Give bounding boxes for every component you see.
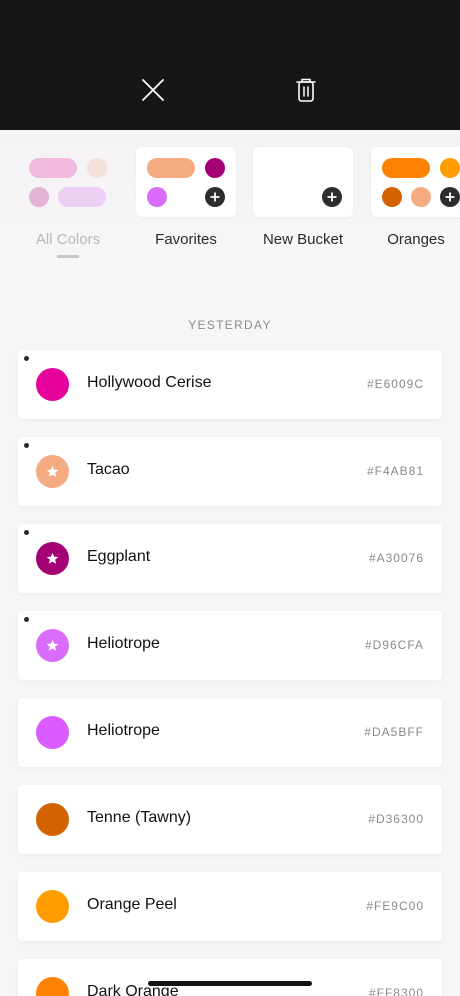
color-hex: #FE9C00: [366, 899, 424, 913]
plus-icon: [445, 192, 455, 202]
color-row[interactable]: Orange Peel #FE9C00: [18, 872, 442, 941]
unread-dot: [24, 617, 29, 622]
color-row[interactable]: Eggplant #A30076: [18, 524, 442, 593]
color-hex: #D96CFA: [364, 638, 424, 652]
color-swatch: [36, 542, 69, 575]
bucket-carousel[interactable]: All Colors Favorites New Bucket Oranges: [0, 130, 460, 280]
color-name: Heliotrope: [87, 722, 160, 739]
color-row[interactable]: Heliotrope #DA5BFF: [18, 698, 442, 767]
bucket-all-colors[interactable]: All Colors: [18, 147, 118, 248]
color-hex: #FF8300: [368, 986, 424, 996]
add-color-button[interactable]: [440, 187, 460, 207]
delete-button[interactable]: [288, 72, 324, 108]
unread-dot: [24, 443, 29, 448]
color-row[interactable]: Hollywood Cerise #E6009C: [18, 350, 442, 419]
color-name: Tacao: [87, 461, 130, 478]
color-row[interactable]: Heliotrope #D96CFA: [18, 611, 442, 680]
color-row[interactable]: Tenne (Tawny) #D36300: [18, 785, 442, 854]
color-hex: #F4AB81: [366, 464, 424, 478]
star-icon: [46, 465, 59, 477]
color-name: Orange Peel: [87, 896, 177, 913]
bucket-new[interactable]: New Bucket: [253, 147, 353, 248]
plus-icon: [210, 192, 220, 202]
active-bucket-indicator: [57, 255, 79, 258]
color-swatch: [36, 977, 69, 996]
star-icon: [46, 552, 59, 564]
color-swatch: [36, 368, 69, 401]
swatch: [87, 158, 107, 178]
color-swatch: [36, 455, 69, 488]
unread-dot: [24, 356, 29, 361]
swatch: [58, 187, 106, 207]
add-color-button[interactable]: [205, 187, 225, 207]
bucket-preview: [18, 147, 118, 217]
section-header: YESTERDAY: [188, 318, 272, 332]
swatch: [382, 187, 402, 207]
color-swatch: [36, 803, 69, 836]
add-color-button[interactable]: [322, 187, 342, 207]
swatch: [382, 158, 430, 178]
trash-icon: [296, 78, 316, 102]
color-hex: #E6009C: [366, 377, 424, 391]
unread-dot: [24, 530, 29, 535]
swatch: [29, 158, 77, 178]
home-indicator: [148, 981, 312, 986]
bucket-oranges[interactable]: Oranges: [371, 147, 460, 248]
color-hex: #DA5BFF: [364, 725, 424, 739]
bucket-preview: [371, 147, 460, 217]
star-icon: [46, 639, 59, 651]
swatch: [440, 158, 460, 178]
color-swatch: [36, 629, 69, 662]
swatch: [147, 158, 195, 178]
swatch: [411, 187, 431, 207]
color-swatch: [36, 716, 69, 749]
bucket-preview: [253, 147, 353, 217]
swatch: [205, 158, 225, 178]
color-hex: #D36300: [368, 812, 424, 826]
color-row[interactable]: Tacao #F4AB81: [18, 437, 442, 506]
plus-icon: [327, 192, 337, 202]
top-bar: [0, 0, 460, 130]
color-name: Hollywood Cerise: [87, 374, 212, 391]
swatch: [29, 187, 49, 207]
bucket-favorites[interactable]: Favorites: [136, 147, 236, 248]
color-name: Tenne (Tawny): [87, 809, 192, 826]
color-name: Heliotrope: [87, 635, 160, 652]
color-swatch: [36, 890, 69, 923]
color-row[interactable]: Dark Orange #FF8300: [18, 959, 442, 996]
swatch: [147, 187, 167, 207]
close-button[interactable]: [135, 72, 171, 108]
close-icon: [142, 79, 164, 101]
color-hex: #A30076: [368, 551, 424, 565]
bucket-preview: [136, 147, 236, 217]
color-name: Eggplant: [87, 548, 151, 565]
bucket-label: Oranges: [387, 231, 445, 248]
